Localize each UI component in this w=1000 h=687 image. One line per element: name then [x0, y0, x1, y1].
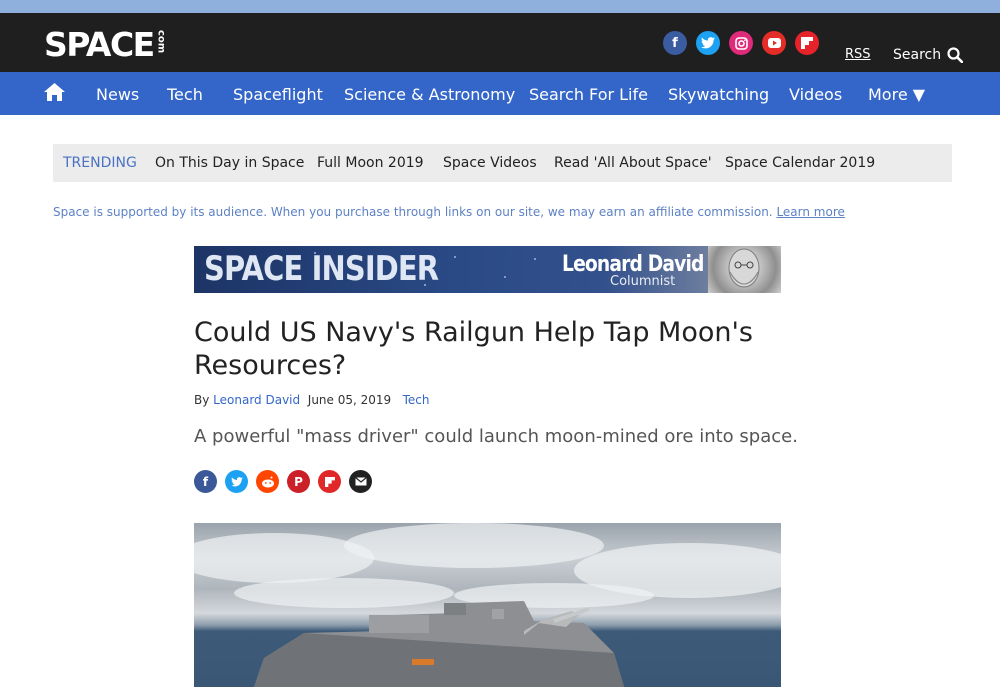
youtube-icon[interactable]: [762, 31, 786, 55]
byline-prefix: By: [194, 393, 210, 407]
main-nav: News Tech Spaceflight Science & Astronom…: [0, 72, 1000, 115]
search-button[interactable]: Search: [893, 47, 964, 63]
instagram-icon[interactable]: [729, 31, 753, 55]
nav-item-search-for-life[interactable]: Search For Life: [529, 85, 648, 104]
twitter-icon[interactable]: [696, 31, 720, 55]
columnist-photo: [708, 246, 781, 293]
logo-text: SPACE: [44, 25, 155, 64]
site-header: SPACE com f RSS Search: [0, 13, 1000, 72]
share-buttons: f P: [194, 470, 380, 493]
nav-item-news[interactable]: News: [96, 85, 139, 104]
nav-item-more[interactable]: More ▼: [868, 85, 925, 104]
author-link[interactable]: Leonard David: [213, 393, 300, 407]
logo-com-text: com: [155, 30, 167, 54]
search-icon: [947, 47, 964, 63]
space-insider-banner[interactable]: SPACE INSIDER Leonard David Columnist: [194, 246, 781, 293]
trending-item[interactable]: Space Calendar 2019: [725, 155, 875, 171]
facebook-icon[interactable]: f: [194, 470, 217, 493]
banner-title: SPACE INSIDER: [204, 249, 439, 289]
affiliate-disclaimer: Space is supported by its audience. When…: [53, 205, 845, 219]
twitter-icon[interactable]: [225, 470, 248, 493]
banner-columnist-role: Columnist: [610, 274, 676, 289]
pinterest-icon[interactable]: P: [287, 470, 310, 493]
flipboard-icon[interactable]: [318, 470, 341, 493]
reddit-icon[interactable]: [256, 470, 279, 493]
email-icon[interactable]: [349, 470, 372, 493]
trending-item[interactable]: On This Day in Space: [155, 155, 304, 171]
home-icon[interactable]: [44, 83, 65, 105]
nav-item-videos[interactable]: Videos: [789, 85, 842, 104]
nav-item-skywatching[interactable]: Skywatching: [668, 85, 769, 104]
article-subhead: A powerful "mass driver" could launch mo…: [194, 426, 798, 447]
publish-date: June 05, 2019: [307, 393, 392, 407]
search-label: Search: [893, 47, 942, 63]
trending-bar: TRENDING On This Day in Space Full Moon …: [53, 144, 952, 182]
article-byline: By Leonard David June 05, 2019 Tech: [194, 393, 430, 407]
rss-link[interactable]: RSS: [845, 47, 871, 62]
facebook-icon[interactable]: f: [663, 31, 687, 55]
nav-item-science-astronomy[interactable]: Science & Astronomy: [344, 85, 515, 104]
flipboard-icon[interactable]: [795, 31, 819, 55]
article-headline: Could US Navy's Railgun Help Tap Moon's …: [194, 317, 753, 381]
trending-item[interactable]: Full Moon 2019: [317, 155, 424, 171]
affiliate-text: Space is supported by its audience. When…: [53, 205, 773, 219]
trending-item[interactable]: Space Videos: [443, 155, 537, 171]
top-strip: [0, 0, 1000, 13]
trending-item[interactable]: Read 'All About Space': [554, 155, 712, 171]
header-social-links: f: [663, 31, 828, 55]
category-link[interactable]: Tech: [403, 393, 430, 407]
ship-illustration: [254, 601, 624, 687]
nav-item-spaceflight[interactable]: Spaceflight: [233, 85, 323, 104]
site-logo[interactable]: SPACE com: [44, 25, 167, 64]
learn-more-link[interactable]: Learn more: [776, 205, 844, 219]
nav-item-tech[interactable]: Tech: [167, 85, 203, 104]
trending-label: TRENDING: [63, 155, 137, 171]
article-hero-image: [194, 523, 781, 687]
